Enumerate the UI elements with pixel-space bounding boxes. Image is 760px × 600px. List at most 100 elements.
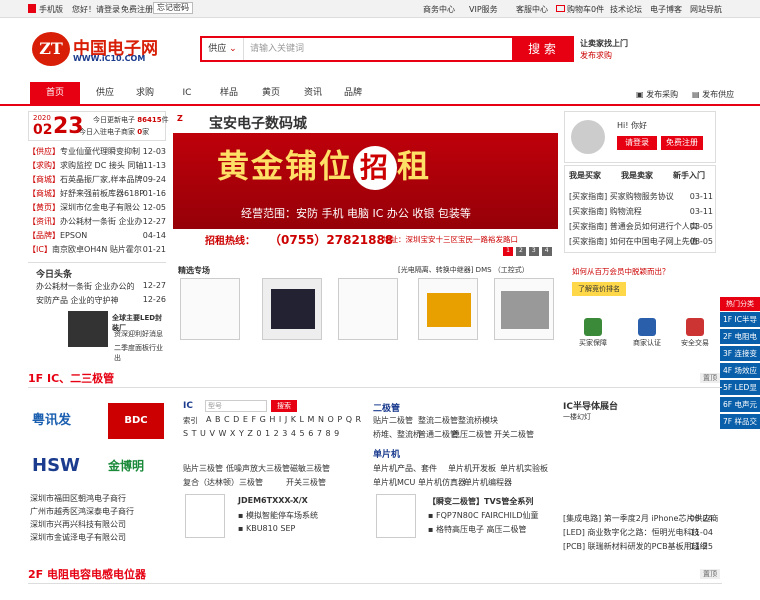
keyword-link[interactable]: 单片机实验板	[500, 463, 548, 474]
cart-link[interactable]: 购物车0件	[567, 4, 604, 15]
floor-1-top[interactable]: 置顶	[700, 373, 720, 383]
forum-link[interactable]: 技术论坛	[610, 4, 642, 15]
business-center-link[interactable]: 商务中心	[423, 4, 455, 15]
keyword-link[interactable]: 磁敏三极管	[290, 463, 330, 474]
headline-item[interactable]: 办公耗材一条街 企业办公的 12-27	[36, 281, 166, 292]
site-nav-link[interactable]: 网站导航	[690, 4, 722, 15]
guide-item[interactable]: [买家指南] 普通会员如何进行个人实 08-05	[569, 220, 713, 233]
bid-ranking-button[interactable]: 了解竞价排名	[572, 282, 626, 296]
keyword-link[interactable]: 桥堆、整流桥	[373, 429, 421, 440]
model-input[interactable]: 型号	[205, 400, 267, 412]
company-link[interactable]: 深圳市兴再兴科技有限公司	[30, 518, 126, 531]
company-logo[interactable]: BDC	[108, 403, 164, 439]
hot-category-item[interactable]: 1F IC半导体	[720, 312, 760, 340]
trust-merchant[interactable]: 商家认证	[626, 318, 668, 348]
keyword-link[interactable]: 稳压二极管	[452, 429, 492, 440]
product-image[interactable]	[185, 494, 225, 538]
hot-category-item[interactable]: 5F LED显示	[720, 380, 760, 408]
logo-mark[interactable]: ZT	[32, 32, 70, 66]
vip-link[interactable]: VIP服务	[469, 4, 498, 15]
guide-item[interactable]: [买家指南] 如何在中国电子网上先值 08-05	[569, 235, 713, 248]
keyword-link[interactable]: 单片机MCU	[373, 477, 415, 488]
keyword-link[interactable]: 单片机开发板	[448, 463, 496, 474]
blog-link[interactable]: 电子博客	[650, 4, 682, 15]
product-title[interactable]: 【瞬变二极管】TVS管全系列	[428, 496, 533, 507]
model-search-button[interactable]: 搜索	[271, 400, 297, 412]
product-link[interactable]: ▪ 格特高压电子 高压二极管	[428, 524, 527, 535]
banner-dot[interactable]: 1	[503, 247, 513, 256]
product-image[interactable]	[418, 278, 478, 340]
company-logo[interactable]: HSW	[32, 448, 100, 484]
industry-news-item[interactable]: [集成电路] 第一季度2月 iPhone芯片供应商 06-24	[563, 512, 718, 525]
promo-question[interactable]: 如何从百万会员中脱颖而出？	[572, 266, 670, 277]
greeting-link[interactable]: 您好！请登录	[72, 4, 120, 15]
nav-home[interactable]: 首页	[30, 82, 80, 104]
banner-dot[interactable]: 3	[528, 247, 539, 256]
product-image[interactable]	[262, 278, 322, 340]
keyword-link[interactable]: 贴片三极管	[183, 463, 223, 474]
company-link[interactable]: 广州市越秀区鸿深泰电子商行	[30, 505, 134, 518]
product-image[interactable]	[494, 278, 554, 340]
company-logo[interactable]: 金博明	[108, 448, 168, 484]
hot-category-item[interactable]: 2F 电阻电容	[720, 329, 760, 357]
product-title[interactable]: JDEM6TXXX-X/X	[238, 496, 308, 505]
register-link[interactable]: 免费注册	[121, 4, 153, 15]
news-item[interactable]: 【供应】专业仙童代理瞬变抑制 12-03	[28, 145, 166, 158]
company-link[interactable]: 深圳市金诚泽电子有限公司	[30, 531, 126, 544]
keyword-link[interactable]: 复合（达林顿）三极管	[183, 477, 263, 488]
hot-category-item[interactable]: 3F 连接变频	[720, 346, 760, 374]
guide-item[interactable]: [买家指南] 购物流程 03-11	[569, 205, 713, 218]
news-item[interactable]: 【商城】好舒来强前板库器618P 01-16	[28, 187, 166, 200]
news-item[interactable]: 【资讯】办公耗材一条街 企业办 12-27	[28, 215, 166, 228]
publish-buy-link[interactable]: 发布求购	[580, 50, 612, 61]
news-item[interactable]: 【商城】石英晶振厂家,样本品牌 09-24	[28, 173, 166, 186]
search-type-select[interactable]: 供应 ⌄	[202, 38, 244, 60]
led-product-image[interactable]	[68, 311, 108, 347]
trust-buyer[interactable]: 买家保障	[572, 318, 614, 348]
login-button[interactable]: 请登录	[617, 136, 657, 150]
letter-index[interactable]: S T U V W X Y Z 0 1 2 3 4 5 6 7 8 9	[183, 429, 340, 438]
ad-line[interactable]: 二季度面板行业出	[114, 343, 166, 363]
news-item[interactable]: 【IC】南京欧卓OH4N 贴片霍尔 01-21	[28, 243, 166, 256]
keyword-link[interactable]: 开关三极管	[286, 477, 326, 488]
keyword-link[interactable]: 贴片二极管	[373, 415, 413, 426]
keyword-link[interactable]: 开关二极管	[494, 429, 534, 440]
news-item[interactable]: 【求购】求购监控 DC 接头 同轴 11-13	[28, 159, 166, 172]
forgot-password-link[interactable]: 忘记密码	[153, 2, 193, 14]
company-logo[interactable]: 粤讯发	[32, 403, 100, 439]
keyword-link[interactable]: 单片机编程器	[464, 477, 512, 488]
product-image[interactable]	[338, 278, 398, 340]
showcase-slideshow[interactable]: 一楼幻灯	[563, 412, 713, 502]
hot-category-item[interactable]: 6F 电声元件	[720, 397, 760, 425]
ad-line[interactable]: 资深迎利好消息	[114, 329, 163, 339]
news-item[interactable]: 【黄页】深圳市亿金电子有限公 12-05	[28, 201, 166, 214]
product-link[interactable]: ▪ KBU810 SEP	[238, 524, 295, 533]
product-image[interactable]	[180, 278, 240, 340]
hot-category-item[interactable]: 7F 样品交易	[720, 414, 760, 442]
hot-category-item[interactable]: 4F 场效应管	[720, 363, 760, 391]
industry-news-item[interactable]: [PCB] 联瑞新材料研发的PCB基板用超细 11-25	[563, 540, 713, 553]
headline-item[interactable]: 安防产品 企业的守护神 12-26	[36, 295, 166, 306]
banner-dot[interactable]: 4	[541, 247, 552, 256]
keyword-link[interactable]: 单片机产品、套件	[373, 463, 437, 474]
nav-brand[interactable]: 品牌	[328, 82, 378, 104]
publish-purchase-link[interactable]: ▣ 发布采购	[636, 89, 678, 100]
product-link[interactable]: ▪ FQP7N80C FAIRCHILD仙童	[428, 510, 539, 521]
tab-seller[interactable]: 我是卖家	[621, 170, 653, 181]
keyword-link[interactable]: 整流二极管	[418, 415, 458, 426]
register-button[interactable]: 免费注册	[661, 136, 703, 150]
search-button[interactable]: 搜 索	[512, 38, 572, 60]
search-input[interactable]: 请输入关键词	[246, 38, 512, 60]
product-link[interactable]: ▪ 模拟智能停车场系统	[238, 510, 318, 521]
select-tags[interactable]: [光电隔离、转换中继器] DMS （工控式）	[398, 265, 529, 275]
mobile-link[interactable]: 手机版	[39, 4, 63, 15]
industry-news-item[interactable]: [LED] 商业数字化之路：恒明光电科技 11-04	[563, 526, 713, 539]
floor-2-top[interactable]: 置顶	[700, 569, 720, 579]
trust-safe[interactable]: 安全交易	[674, 318, 716, 348]
banner-dot[interactable]: 2	[515, 247, 526, 256]
publish-supply-link[interactable]: ▤ 发布供应	[692, 89, 734, 100]
keyword-link[interactable]: 单片机仿真器	[418, 477, 466, 488]
promo-banner[interactable]: Z 宝安电子数码城 黄金铺位招租 经营范围：安防 手机 电脑 IC 办公 收银 …	[173, 111, 558, 257]
letter-index[interactable]: A B C D E F G H I J K L M N O P Q R	[206, 415, 362, 424]
tab-newbie[interactable]: 新手入门	[673, 170, 705, 181]
